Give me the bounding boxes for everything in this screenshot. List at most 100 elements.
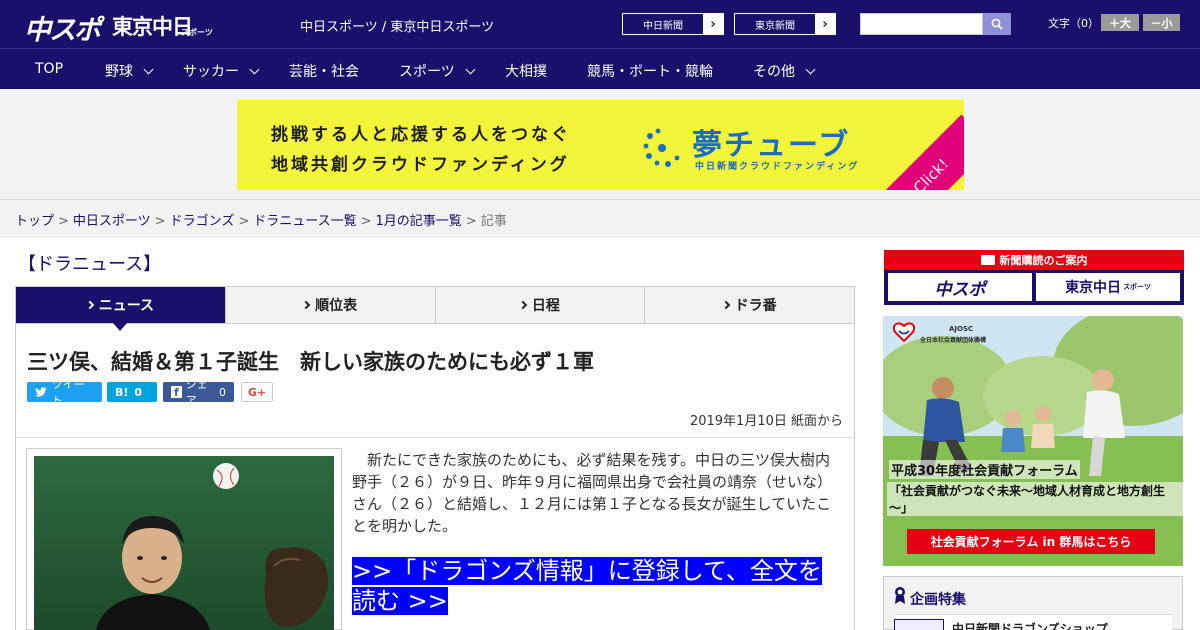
subscribe-box: 新聞購読のご案内 中スポ 東京中日 スポーツ — [884, 250, 1184, 305]
forum-gunma-button[interactable]: 社会貢献フォーラム in 群馬はこちら — [907, 529, 1155, 554]
tab-label: 順位表 — [315, 298, 358, 314]
search-icon — [991, 18, 1003, 30]
breadcrumb-link-dragons[interactable]: ドラゴンズ — [170, 214, 235, 229]
banner-brand-sub: 中日新聞クラウドファンディング — [695, 162, 860, 172]
site-links[interactable]: 中日スポーツ / 東京中日スポーツ — [300, 16, 494, 35]
tab-schedule[interactable]: 日程 — [435, 287, 646, 323]
tokyo-chunichi-subscribe-link[interactable]: 東京中日 スポーツ — [1036, 273, 1180, 301]
tokyo-chunichi-subscribe-label: 東京中日 — [1065, 280, 1122, 296]
google-plus-icon: G+ — [247, 385, 267, 399]
chuspo-subscribe-link[interactable]: 中スポ — [888, 273, 1032, 301]
ad-org: 全日本社会貢献団体機構 — [920, 337, 987, 344]
breadcrumb-link-top[interactable]: トップ — [15, 214, 54, 229]
banner-line-1: 挑戦する人と応援する人をつなぐ — [271, 125, 571, 145]
nav-item-top[interactable]: TOP — [35, 61, 63, 77]
nav-item-baseball[interactable]: 野球 — [105, 61, 154, 81]
nav-item-label: TOP — [35, 61, 64, 77]
nav-item-racing[interactable]: 競馬・ボート・競輪 — [587, 61, 713, 81]
tokyo-chunichi-logo[interactable]: 東京中日 — [112, 11, 193, 41]
tweet-label: ツイート — [51, 378, 85, 407]
divider — [16, 437, 854, 438]
subscribe-title: 新聞購読のご案内 — [884, 250, 1184, 270]
article-body: 新たにできた家族のためにも、必ず結果を残す。中日の三ツ俣大樹内野手（２６）が９日… — [352, 451, 833, 535]
chunichi-shimbun-button[interactable]: 中日新聞 › — [622, 13, 724, 35]
feature-title: 企画特集 — [910, 592, 966, 608]
twitter-icon — [35, 387, 47, 397]
ad-org-en: AJOSC — [949, 325, 974, 333]
font-size-label: 文字（0） — [1048, 17, 1099, 30]
article-headline: 三ツ俣、結婚＆第１子誕生 新しい家族のためにも必ず１軍 — [27, 350, 594, 374]
chevron-down-icon — [249, 64, 260, 75]
breadcrumb-link-january-list[interactable]: 1月の記事一覧 — [376, 214, 462, 229]
nav-item-sports[interactable]: スポーツ — [399, 61, 476, 81]
main-nav: TOP 野球 サッカー 芸能・社会 スポーツ 大相撲 競馬・ボート・競輪 その他 — [0, 48, 1200, 89]
chevron-right-icon — [721, 300, 730, 310]
chuspo-logo[interactable]: 中スポ — [24, 8, 101, 47]
award-ribbon-icon — [895, 587, 905, 604]
nav-item-label: 競馬・ボート・競輪 — [587, 64, 713, 80]
nav-item-label: その他 — [753, 64, 795, 80]
article-date: 2019年1月10日 紙面から — [689, 414, 843, 429]
tokyo-chunichi-subscribe-sub: スポーツ — [1123, 283, 1151, 291]
tab-dora-ban[interactable]: ドラ番 — [645, 287, 854, 323]
tab-label: ドラ番 — [734, 298, 777, 314]
chevron-right-icon — [518, 300, 528, 310]
breadcrumb-separator: > — [154, 214, 166, 229]
breadcrumb: トップ > 中日スポーツ > ドラゴンズ > ドラニュース一覧 >1月の記事一覧 > 記事 — [15, 210, 507, 229]
nav-item-label: 大相撲 — [505, 64, 547, 80]
nav-item-label: スポーツ — [399, 64, 455, 80]
ad-line-2: 「社会貢献がつなぐ未来～地域人材育成と地方創生～」 — [887, 482, 1183, 516]
tweet-button[interactable]: ツイート — [27, 378, 102, 407]
breadcrumb-link-dranews-list[interactable]: ドラニュース一覧 — [253, 214, 356, 229]
tab-standings[interactable]: 順位表 — [225, 287, 436, 323]
search-button[interactable] — [983, 13, 1011, 35]
tokyo-chunichi-logo-sub: スポーツ — [181, 28, 213, 37]
register-cta-label: >>「ドラゴンズ情報」に登録して、全文を読む >> — [352, 557, 822, 615]
chevron-right-icon: › — [815, 14, 835, 34]
font-larger-button[interactable]: ＋大 — [1101, 14, 1139, 31]
tab-news[interactable]: ニュース — [16, 287, 226, 331]
breadcrumb-current: 記事 — [480, 214, 507, 229]
chevron-down-icon — [465, 64, 476, 75]
register-cta-link[interactable]: >>「ドラゴンズ情報」に登録して、全文を読む >> — [352, 556, 840, 616]
crowdfunding-banner[interactable]: 挑戦する人と応援する人をつなぐ 地域共創クラウドファンディング 夢チューブ 中日… — [237, 100, 964, 190]
chevron-down-icon — [805, 64, 816, 75]
tokyo-shimbun-label: 東京新聞 — [755, 20, 795, 32]
facebook-share-button[interactable]: f シェア 0 — [163, 378, 234, 407]
feature-item-dragons-shop[interactable]: 中日新聞ドラゴンズショップ — [894, 614, 1172, 630]
google-plus-button[interactable]: G+ — [241, 382, 273, 402]
social-forum-ad[interactable]: AJOSC 全日本社会貢献団体機構 平成30年度社会貢献フォーラム 「社会貢献が… — [883, 316, 1183, 566]
banner-line-2: 地域共創クラウドファンディング — [271, 155, 570, 175]
chevron-right-icon — [85, 300, 94, 310]
breadcrumb-separator: > — [238, 214, 250, 229]
facebook-icon: f — [171, 386, 182, 399]
hatena-count: 0 — [134, 385, 143, 399]
nav-item-other[interactable]: その他 — [753, 61, 816, 81]
breadcrumb-separator: > — [58, 214, 69, 229]
nav-item-entertainment[interactable]: 芸能・社会 — [289, 61, 359, 81]
site-header: 中スポ 東京中日 スポーツ 中日スポーツ / 東京中日スポーツ 中日新聞 › 東… — [0, 0, 1200, 48]
nav-item-soccer[interactable]: サッカー — [183, 61, 260, 81]
dream-tube-logo-icon — [643, 128, 680, 167]
font-smaller-button[interactable]: －小 — [1143, 14, 1180, 31]
nav-item-sumo[interactable]: 大相撲 — [505, 61, 547, 81]
facebook-share-label: シェア — [185, 378, 208, 407]
feature-box: 企画特集 中日新聞ドラゴンズショップ — [883, 576, 1183, 630]
banner-brand: 夢チューブ — [692, 128, 851, 163]
chevron-down-icon — [143, 64, 154, 75]
ajosc-heart-icon — [893, 322, 915, 342]
breadcrumb-link-chunichi-sports[interactable]: 中日スポーツ — [73, 214, 151, 229]
tab-label: 日程 — [531, 298, 560, 314]
hatena-bookmark-button[interactable]: B! 0 — [107, 382, 157, 402]
facebook-share-count: 0 — [219, 385, 226, 399]
tokyo-shimbun-button[interactable]: 東京新聞 › — [734, 13, 836, 35]
subscribe-title-label: 新聞購読のご案内 — [999, 254, 1088, 267]
chunichi-shimbun-label: 中日新聞 — [643, 20, 683, 32]
article-photo[interactable] — [34, 456, 334, 630]
newspaper-icon — [980, 255, 995, 265]
breadcrumb-separator: > — [360, 214, 372, 229]
banner-area: 挑戦する人と応援する人をつなぐ 地域共創クラウドファンディング 夢チューブ 中日… — [0, 89, 1200, 200]
search-input[interactable] — [860, 13, 983, 35]
section-tabs: ニュース 順位表 日程 ドラ番 — [15, 286, 855, 331]
shop-thumbnail — [894, 619, 944, 630]
